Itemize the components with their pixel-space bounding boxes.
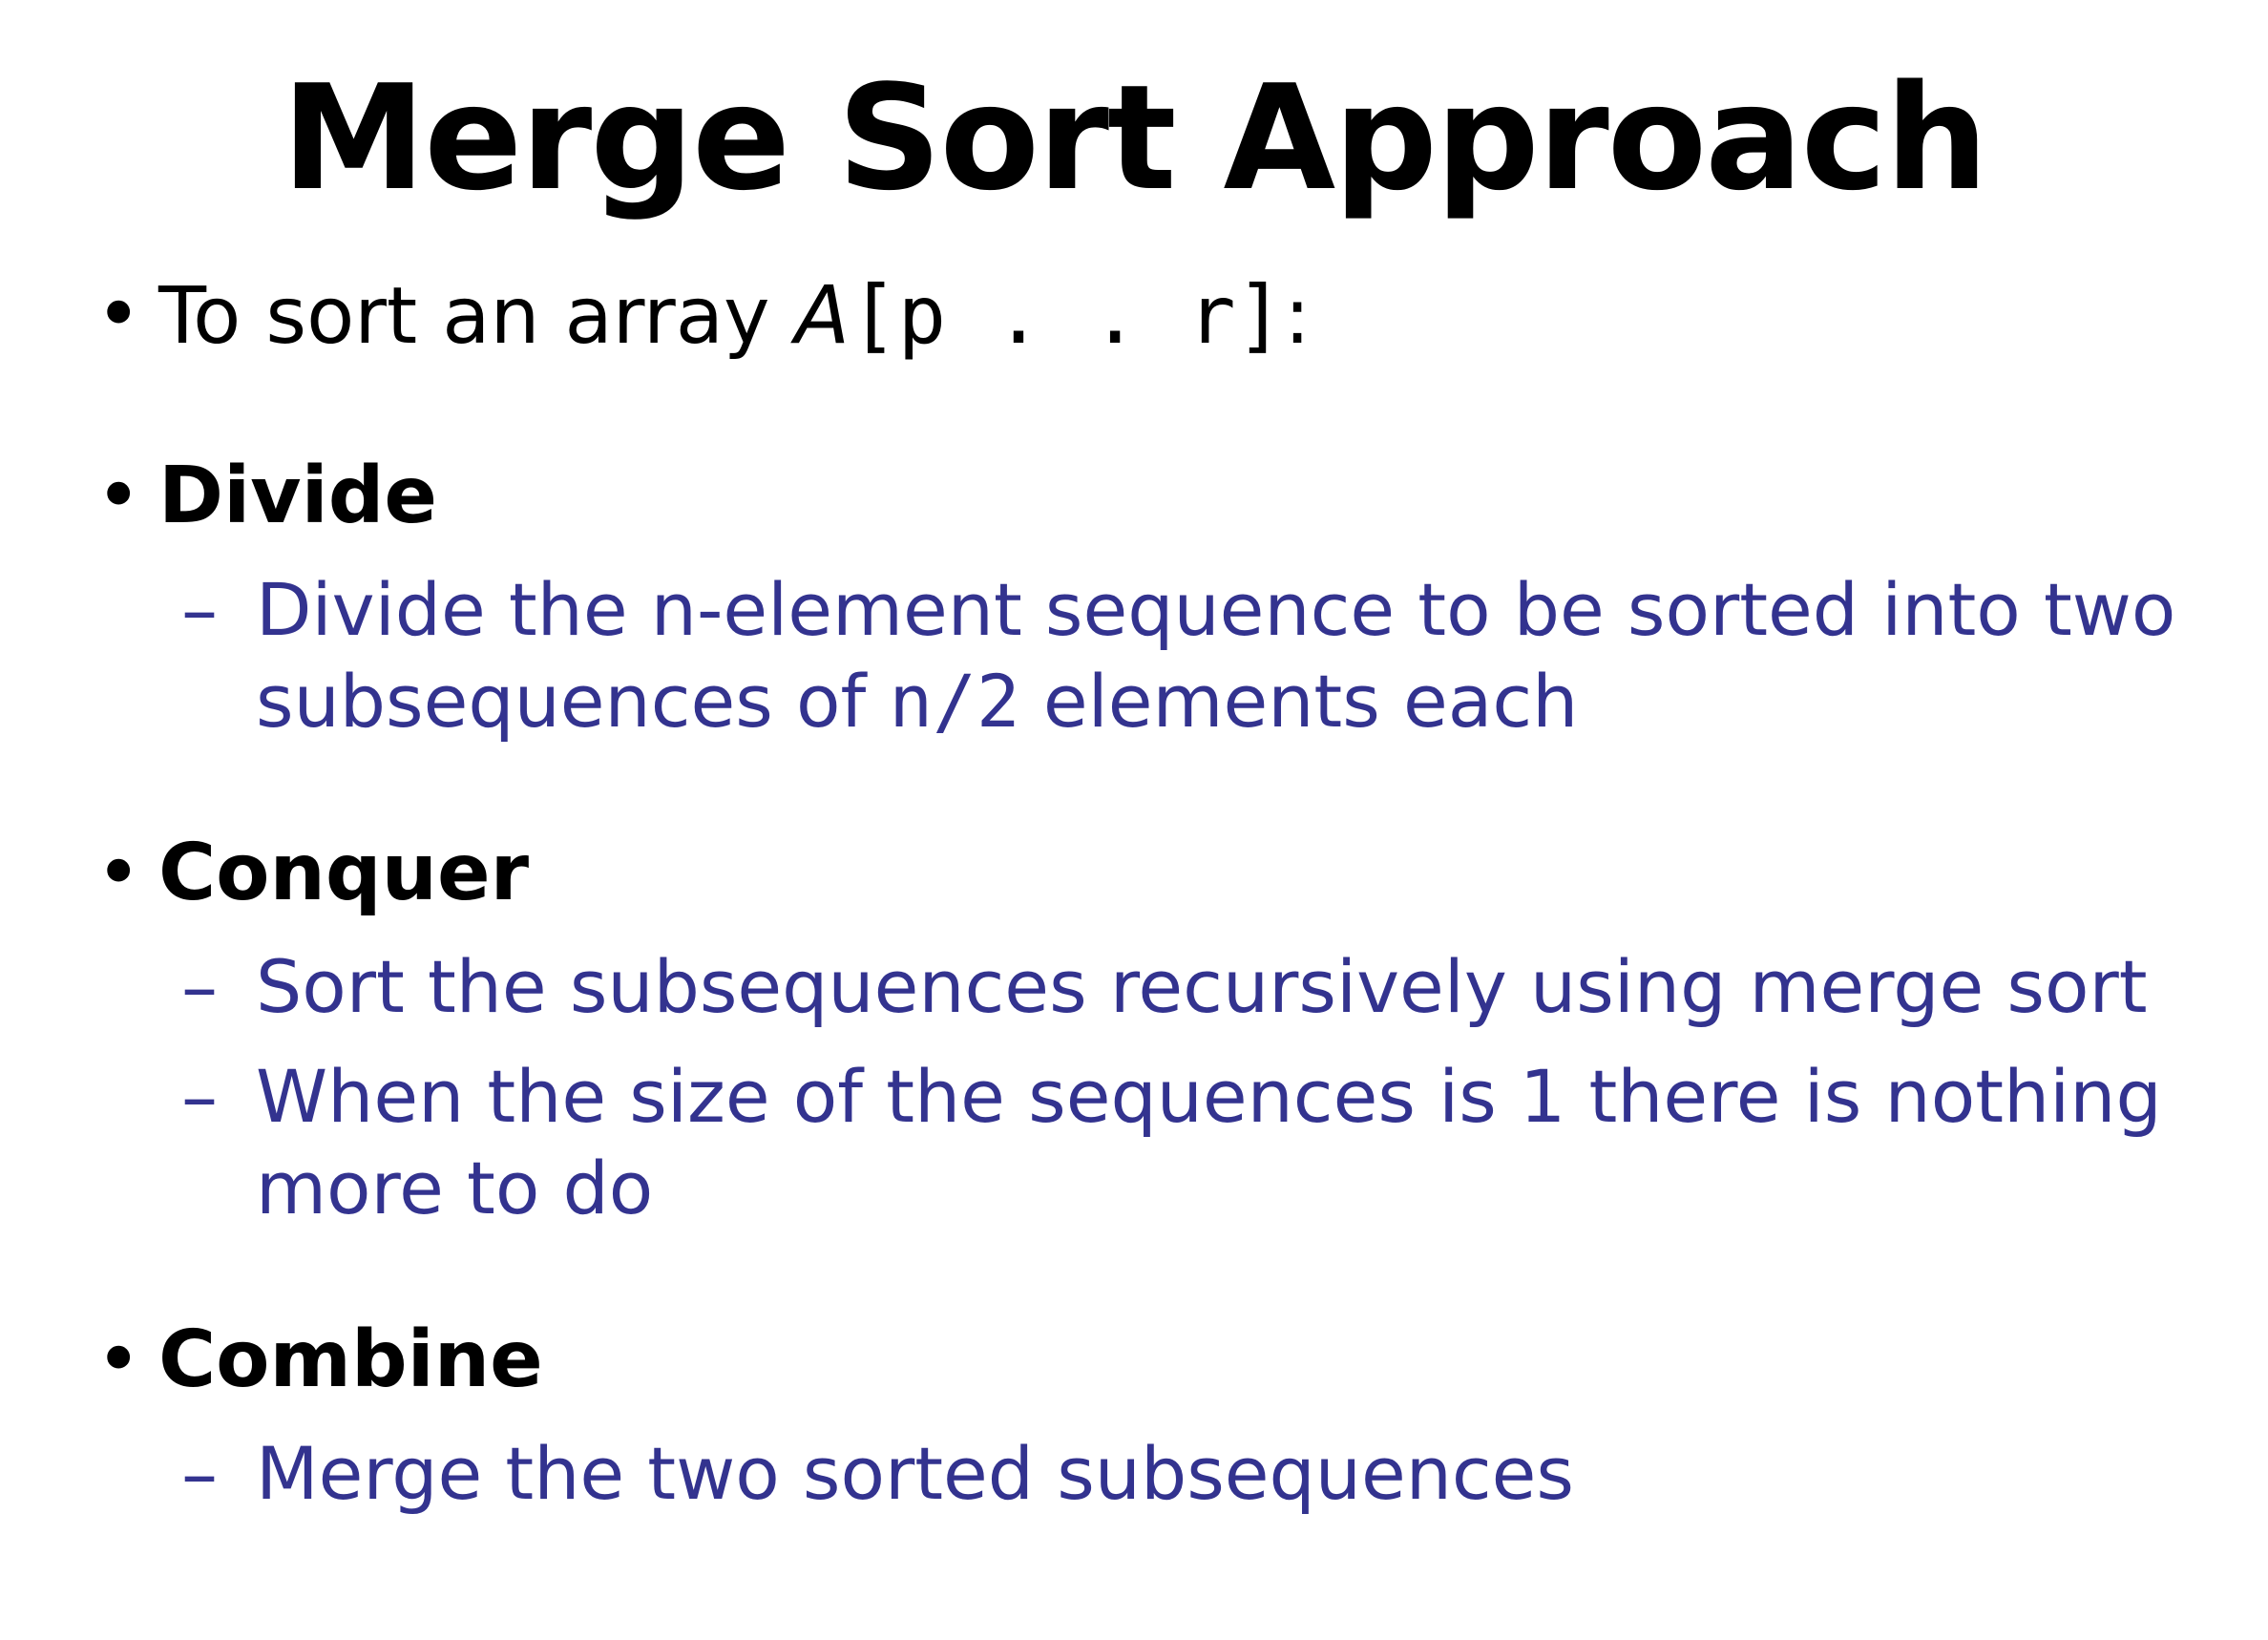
bullet-dot: •: [95, 451, 142, 541]
intro-text-group: To sort an array A[p . . r]:: [158, 267, 1311, 365]
array-index-range: [p . . r]: [850, 268, 1285, 362]
divide-line2-prefix: subsequences of: [256, 659, 890, 744]
conquer-item1-line1: Sort the subsequences recursively using …: [256, 944, 2148, 1029]
array-notation: A[p . . r]: [795, 268, 1285, 362]
dash-marker: –: [181, 1054, 218, 1139]
slide: Merge Sort Approach • To sort an array A…: [0, 0, 2268, 1640]
intro-text: To sort an array: [158, 271, 795, 362]
divide-item-line1: Divide the n-element sequence to be sort…: [256, 567, 2176, 652]
divide-line2-suffix: elements each: [1019, 659, 1579, 744]
conquer-item2-line1: When the size of the sequences is 1 ther…: [256, 1054, 2162, 1139]
bullet-dot: •: [95, 269, 142, 360]
combine-item-line1: Merge the two sorted subsequences: [256, 1431, 1575, 1516]
array-variable: A: [794, 268, 850, 362]
section-heading: Conquer: [158, 828, 530, 918]
bullet-dot: •: [95, 1314, 142, 1405]
dash-marker: –: [181, 1431, 218, 1516]
section-heading: Combine: [158, 1314, 543, 1405]
slide-title: Merge Sort Approach: [281, 53, 1988, 222]
conquer-item2-line2: more to do: [256, 1146, 654, 1230]
divide-item-line2: subsequences of n/2 elements each: [256, 655, 1578, 748]
intro-suffix: :: [1284, 271, 1311, 362]
dash-marker: –: [181, 567, 218, 652]
section-heading: Divide: [158, 451, 438, 541]
bullet-dot: •: [95, 828, 142, 918]
half-n-math: n/2: [889, 659, 1020, 744]
dash-marker: –: [181, 944, 218, 1029]
